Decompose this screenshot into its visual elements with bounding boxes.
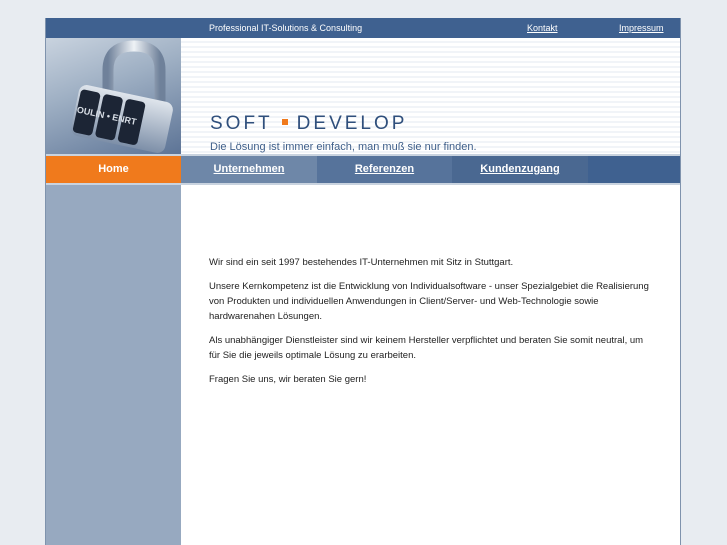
slogan: Die Lösung ist immer einfach, man muß si… bbox=[210, 141, 477, 153]
logo-word-soft: SOFT bbox=[210, 113, 273, 134]
impressum-link[interactable]: Impressum bbox=[619, 23, 664, 33]
tagline: Professional IT-Solutions & Consulting bbox=[209, 23, 363, 33]
logo-square-icon bbox=[281, 118, 288, 125]
top-bar: Professional IT-Solutions & Consulting K… bbox=[46, 18, 680, 38]
nav-unternehmen[interactable]: Unternehmen bbox=[181, 156, 317, 183]
header: OULIN • ENRT SOFT DEVELOP Die Lösung ist … bbox=[46, 38, 680, 154]
logo-word-develop: DEVELOP bbox=[296, 113, 408, 134]
main-navigation: Home Unternehmen Referenzen Kundenzugang bbox=[46, 156, 680, 183]
main-content: Wir sind ein seit 1997 bestehendes IT-Un… bbox=[209, 255, 654, 396]
nav-referenzen[interactable]: Referenzen bbox=[317, 156, 452, 183]
page-frame: Professional IT-Solutions & Consulting K… bbox=[45, 18, 681, 545]
nav-home[interactable]: Home bbox=[46, 156, 181, 183]
nav-kundenzugang[interactable]: Kundenzugang bbox=[452, 156, 588, 183]
nav-home-label: Home bbox=[98, 163, 129, 175]
kontakt-link[interactable]: Kontakt bbox=[527, 23, 558, 33]
combination-lock-image: OULIN • ENRT bbox=[46, 38, 181, 154]
site-logo: SOFT DEVELOP bbox=[210, 113, 407, 135]
intro-paragraph: Wir sind ein seit 1997 bestehendes IT-Un… bbox=[209, 257, 514, 268]
nav-referenzen-label: Referenzen bbox=[354, 163, 415, 175]
contact-invitation-paragraph: Fragen Sie uns, wir beraten Sie gern! bbox=[209, 374, 367, 385]
competence-paragraph: Unsere Kernkompetenz ist die Entwicklung… bbox=[209, 281, 649, 322]
nav-unternehmen-label: Unternehmen bbox=[213, 163, 285, 175]
nav-kundenzugang-label: Kundenzugang bbox=[480, 163, 560, 175]
independence-paragraph: Als unabhängiger Dienstleister sind wir … bbox=[209, 335, 644, 361]
left-sidebar bbox=[46, 185, 181, 545]
